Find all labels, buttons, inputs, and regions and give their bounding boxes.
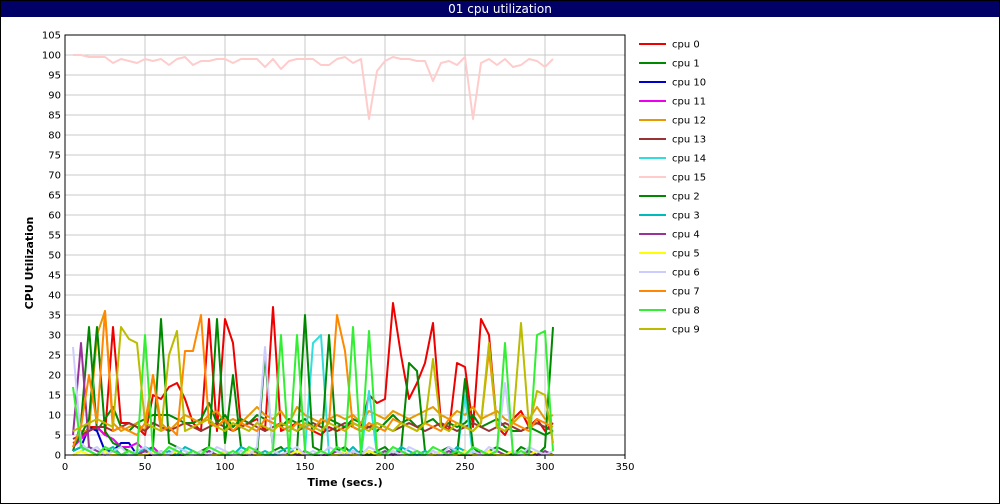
legend-label: cpu 11: [672, 97, 706, 108]
legend-entry: cpu 13: [639, 135, 706, 146]
y-tick-label: 80: [48, 131, 61, 142]
legend-label: cpu 8: [672, 306, 700, 317]
legend-label: cpu 10: [672, 78, 706, 89]
y-tick-label: 25: [48, 351, 61, 362]
cpu-utilization-chart: 0 5 10 15 20 25 30 35 40 45 50 55 60 65 70 75 80 85 90 95 10…: [23, 31, 706, 490]
legend-entry: cpu 1: [639, 59, 700, 70]
x-axis-label: Time (secs.): [307, 476, 382, 489]
y-tick-label: 90: [48, 91, 61, 102]
x-tick-label: 350: [615, 462, 634, 473]
legend-label: cpu 3: [672, 211, 700, 222]
y-tick-label: 30: [48, 331, 61, 342]
y-tick-label: 70: [48, 171, 61, 182]
legend-label: cpu 0: [672, 40, 700, 51]
y-tick-label: 40: [48, 291, 61, 302]
legend-label: cpu 15: [672, 173, 706, 184]
legend-entry: cpu 3: [639, 211, 700, 222]
y-tick-label: 105: [42, 31, 61, 42]
legend-entry: cpu 5: [639, 249, 700, 260]
y-tick-label: 20: [48, 371, 61, 382]
legend-label: cpu 1: [672, 59, 700, 70]
y-tick-label: 10: [48, 411, 61, 422]
legend-entry: cpu 10: [639, 78, 706, 89]
chart-window: 01 cpu utilization 0 5 10 15 20 25 30 35 40 45 50 5…: [0, 0, 1000, 504]
legend-entry: cpu 11: [639, 97, 706, 108]
y-tick-label: 85: [48, 111, 61, 122]
y-tick-label: 50: [48, 251, 61, 262]
x-tick-label: 300: [535, 462, 554, 473]
y-tick-label: 75: [48, 151, 61, 162]
legend-entry: cpu 14: [639, 154, 706, 165]
legend-entry: cpu 15: [639, 173, 706, 184]
x-tick-label: 100: [215, 462, 234, 473]
legend-entry: cpu 8: [639, 306, 700, 317]
legend-label: cpu 9: [672, 325, 700, 336]
legend-entry: cpu 6: [639, 268, 700, 279]
tick-labels: 0 5 10 15 20 25 30 35 40 45 50 55 60 65 70 75 80 85 90 95 10…: [42, 31, 635, 474]
legend-entry: cpu 0: [639, 40, 700, 51]
legend-label: cpu 6: [672, 268, 700, 279]
x-tick-label: 250: [455, 462, 474, 473]
x-tick-label: 0: [62, 462, 68, 473]
legend-label: cpu 4: [672, 230, 700, 241]
y-tick-label: 5: [55, 431, 61, 442]
x-tick-label: 50: [139, 462, 152, 473]
legend-label: cpu 5: [672, 249, 700, 260]
y-tick-label: 95: [48, 71, 61, 82]
window-title: 01 cpu utilization: [1, 1, 999, 17]
y-tick-label: 35: [48, 311, 61, 322]
y-tick-label: 15: [48, 391, 61, 402]
y-tick-label: 0: [55, 451, 61, 462]
legend-entry: cpu 12: [639, 116, 706, 127]
y-tick-label: 55: [48, 231, 61, 242]
y-axis-label: CPU Utilization: [23, 217, 36, 310]
legend-entry: cpu 9: [639, 325, 700, 336]
y-tick-label: 100: [42, 51, 61, 62]
legend-entry: cpu 4: [639, 230, 700, 241]
legend-label: cpu 13: [672, 135, 706, 146]
legend-label: cpu 14: [672, 154, 706, 165]
x-tick-label: 200: [375, 462, 394, 473]
legend-entry: cpu 2: [639, 192, 700, 203]
legend-entry: cpu 7: [639, 287, 700, 298]
legend: cpu 0 cpu 1 cpu 10 cpu 11 cpu 12 cpu 13 cpu 14…: [639, 40, 706, 336]
x-tick-label: 150: [295, 462, 314, 473]
y-tick-label: 65: [48, 191, 61, 202]
legend-label: cpu 2: [672, 192, 700, 203]
legend-label: cpu 7: [672, 287, 700, 298]
y-tick-label: 45: [48, 271, 61, 282]
legend-label: cpu 12: [672, 116, 706, 127]
y-tick-label: 60: [48, 211, 61, 222]
